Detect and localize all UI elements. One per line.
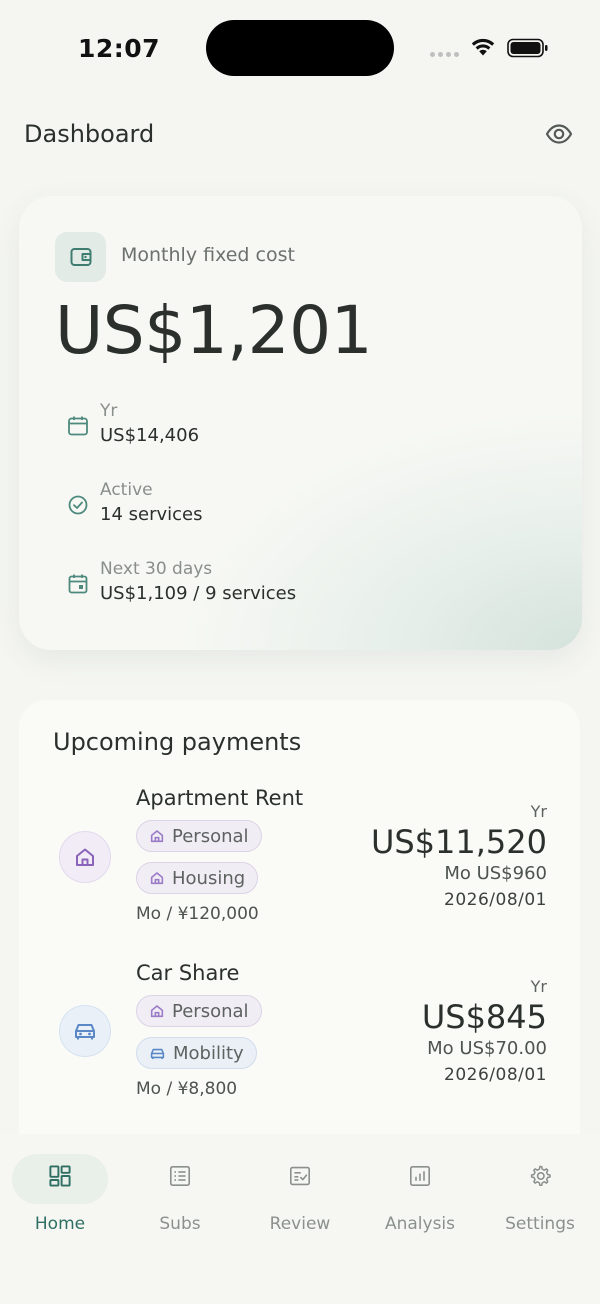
- section-title: Upcoming payments: [53, 728, 302, 756]
- calendar-icon: [68, 416, 88, 436]
- payment-item-apartment-rent[interactable]: Apartment Rent Personal Housing Mo / ¥12…: [19, 786, 580, 946]
- status-bar: 12:07: [0, 0, 600, 96]
- car-icon: [75, 1024, 95, 1040]
- wallet-icon: [70, 248, 91, 266]
- stat-value: US$1,109 / 9 services: [100, 583, 297, 604]
- dynamic-island: [206, 20, 394, 76]
- home-icon: [150, 830, 164, 843]
- page-title: Dashboard: [24, 120, 155, 148]
- nav-label: Settings: [505, 1214, 575, 1234]
- payment-item-car-share[interactable]: Car Share Personal Mobility Mo / ¥8,800 …: [19, 961, 580, 1121]
- payment-date: 2026/08/01: [444, 890, 547, 910]
- list-icon: [170, 1166, 190, 1186]
- nav-settings[interactable]: Settings: [480, 1154, 600, 1234]
- stat-yearly: Yr US$14,406: [67, 399, 527, 449]
- eye-icon: [545, 124, 573, 144]
- status-time: 12:07: [78, 34, 161, 63]
- nav-label: Home: [34, 1214, 86, 1234]
- dashboard-grid-icon: [49, 1165, 71, 1187]
- stat-next-30-days: Next 30 days US$1,109 / 9 services: [67, 557, 527, 607]
- payment-date: 2026/08/01: [444, 1065, 547, 1085]
- payment-monthly-original: Mo / ¥120,000: [136, 904, 259, 924]
- stat-label: Next 30 days: [100, 559, 213, 579]
- review-icon: [290, 1166, 310, 1186]
- stat-label: Yr: [100, 401, 118, 421]
- tag-mobility: Mobility: [136, 1037, 257, 1069]
- battery-icon: [507, 38, 548, 58]
- payment-name: Car Share: [136, 961, 240, 985]
- tag-personal: Personal: [136, 995, 262, 1027]
- nav-home[interactable]: Home: [0, 1154, 120, 1234]
- payment-monthly: Mo US$70.00: [427, 1038, 547, 1059]
- payment-icon: [59, 831, 111, 883]
- payment-monthly-original: Mo / ¥8,800: [136, 1079, 238, 1099]
- check-circle-icon: [68, 495, 88, 515]
- stat-active: Active 14 services: [67, 478, 527, 528]
- yearly-label: Yr: [530, 977, 547, 996]
- summary-card[interactable]: Monthly fixed cost US$1,201 Yr US$14,406…: [19, 196, 582, 650]
- summary-caption: Monthly fixed cost: [121, 244, 295, 266]
- nav-analysis[interactable]: Analysis: [360, 1154, 480, 1234]
- toggle-visibility-button[interactable]: [544, 121, 574, 147]
- nav-subs[interactable]: Subs: [120, 1154, 240, 1234]
- wifi-icon: [471, 38, 495, 56]
- payment-icon: [59, 1005, 111, 1057]
- nav-review[interactable]: Review: [240, 1154, 360, 1234]
- home-icon: [150, 1005, 164, 1018]
- tag-housing: Housing: [136, 862, 259, 894]
- calendar-event-icon: [68, 574, 88, 594]
- payment-name: Apartment Rent: [136, 786, 304, 810]
- tag-label: Personal: [172, 825, 249, 847]
- wallet-icon-box: [55, 232, 106, 282]
- stat-value: 14 services: [100, 504, 203, 525]
- payment-yearly: US$845: [421, 998, 547, 1036]
- car-icon: [150, 1048, 165, 1059]
- stat-value: US$14,406: [100, 425, 200, 446]
- tag-personal: Personal: [136, 820, 262, 852]
- tag-label: Housing: [172, 867, 246, 889]
- home-icon: [150, 872, 164, 885]
- payment-monthly: Mo US$960: [444, 863, 547, 884]
- stat-label: Active: [100, 480, 153, 500]
- nav-label: Subs: [159, 1214, 201, 1234]
- monthly-total: US$1,201: [55, 292, 373, 369]
- bottom-nav: Home Subs Review Analysis Settings: [0, 1134, 600, 1304]
- bar-chart-icon: [410, 1166, 430, 1186]
- yearly-label: Yr: [530, 802, 547, 821]
- gear-icon: [530, 1165, 551, 1187]
- tag-label: Personal: [172, 1000, 249, 1022]
- tag-label: Mobility: [173, 1042, 244, 1064]
- payment-yearly: US$11,520: [370, 823, 547, 861]
- home-icon: [76, 848, 94, 866]
- nav-label: Analysis: [384, 1214, 456, 1234]
- upcoming-payments-card: Upcoming payments Apartment Rent Persona…: [19, 700, 580, 1160]
- signal-icon: [430, 52, 459, 57]
- nav-label: Review: [269, 1214, 331, 1234]
